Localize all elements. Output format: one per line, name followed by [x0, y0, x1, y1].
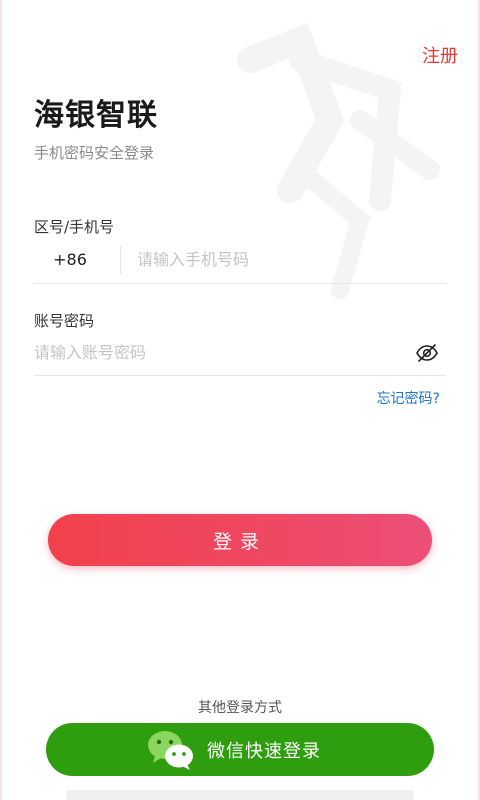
- app-subtitle: 手机密码安全登录: [34, 144, 155, 162]
- phone-input[interactable]: [121, 236, 446, 283]
- left-edge: [0, 0, 2, 800]
- eye-off-icon[interactable]: [412, 338, 442, 368]
- phone-field-row: +86: [34, 236, 446, 284]
- password-field-row: [34, 330, 446, 376]
- password-input[interactable]: [34, 330, 412, 375]
- login-button[interactable]: 登录: [48, 514, 432, 566]
- forgot-password-link[interactable]: 忘记密码?: [377, 388, 440, 408]
- app-title: 海银智联: [34, 98, 158, 133]
- country-code-selector[interactable]: +86: [34, 250, 120, 269]
- password-label: 账号密码: [34, 312, 95, 330]
- other-login-methods-label: 其他登录方式: [198, 700, 282, 716]
- register-link[interactable]: 注册: [422, 42, 458, 68]
- wechat-login-button[interactable]: 微信快速登录: [46, 723, 434, 776]
- wechat-login-label: 微信快速登录: [207, 740, 321, 762]
- wechat-icon: [148, 730, 193, 770]
- bottom-bar: [66, 790, 414, 800]
- phone-label: 区号/手机号: [34, 218, 115, 236]
